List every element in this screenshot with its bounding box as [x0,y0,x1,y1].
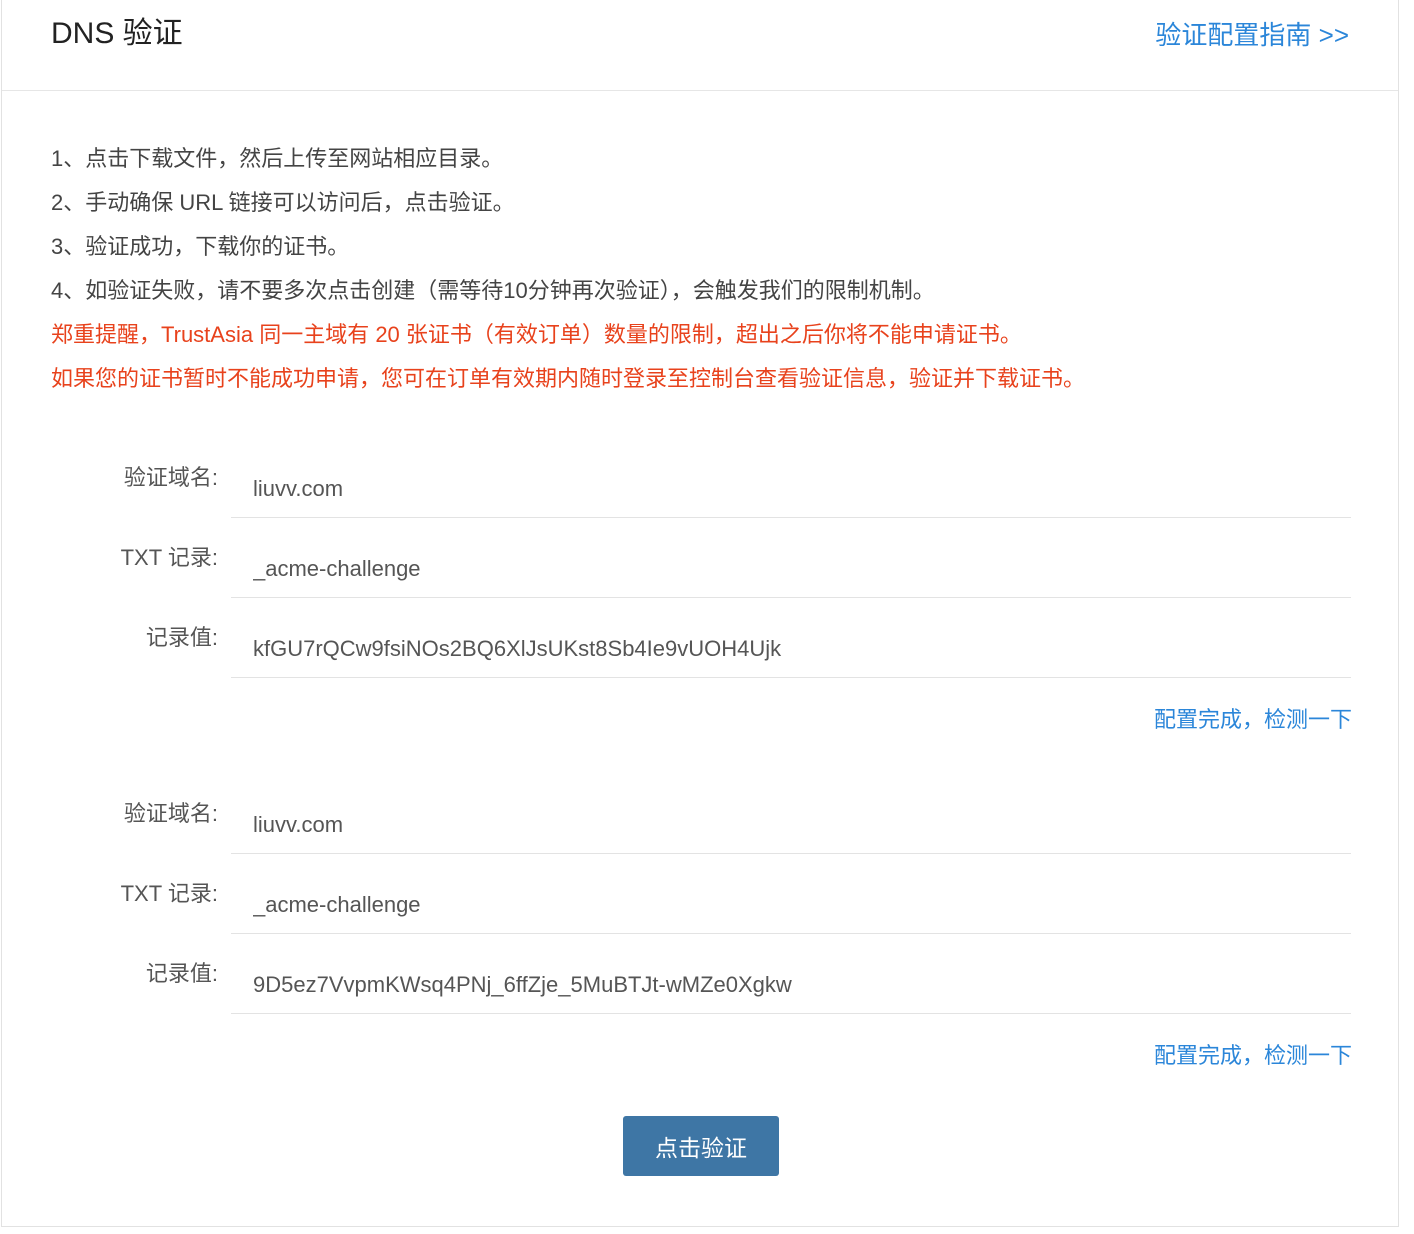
check-config-link[interactable]: 配置完成，检测一下 [1154,1039,1352,1073]
warning-quota-notice: 郑重提醒，TrustAsia 同一主域有 20 张证书（有效订单）数量的限制，超… [51,322,1022,347]
instruction-step-1: 1、点击下载文件，然后上传至网站相应目录。 [51,146,504,171]
instruction-step-3: 3、验证成功，下载你的证书。 [51,234,350,259]
verify-button[interactable]: 点击验证 [623,1116,779,1176]
domain-row: 验证域名: [2,438,1400,518]
txt-record-field[interactable] [231,876,1351,934]
page-title: DNS 验证 [51,17,183,50]
dns-record-group-2: 验证域名: TXT 记录: 记录值: 配置完成，检测一下 [2,774,1400,1068]
txt-record-row: TXT 记录: [2,854,1400,934]
domain-row: 验证域名: [2,774,1400,854]
domain-label: 验证域名: [123,801,218,826]
dns-record-group-1: 验证域名: TXT 记录: 记录值: 配置完成，检测一下 [2,438,1400,732]
record-value-field[interactable] [231,956,1351,1014]
domain-field[interactable] [231,460,1351,518]
record-value-row: 记录值: [2,934,1400,1014]
instruction-step-4: 4、如验证失败，请不要多次点击创建（需等待10分钟再次验证），会触发我们的限制机… [51,278,935,303]
panel-header: DNS 验证 验证配置指南 >> [2,0,1398,91]
instructions: 1、点击下载文件，然后上传至网站相应目录。 2、手动确保 URL 链接可以访问后… [51,137,1351,401]
warning-retry-notice: 如果您的证书暂时不能成功申请，您可在订单有效期内随时登录至控制台查看验证信息，验… [51,366,1086,391]
domain-field[interactable] [231,796,1351,854]
instruction-step-2: 2、手动确保 URL 链接可以访问后，点击验证。 [51,190,515,215]
record-value-field[interactable] [231,620,1351,678]
txt-record-label: TXT 记录: [120,545,218,570]
txt-record-label: TXT 记录: [120,881,218,906]
record-value-label: 记录值: [145,961,218,986]
txt-record-row: TXT 记录: [2,518,1400,598]
check-config-link[interactable]: 配置完成，检测一下 [1154,703,1352,737]
domain-label: 验证域名: [123,465,218,490]
record-value-row: 记录值: [2,598,1400,678]
record-value-label: 记录值: [145,625,218,650]
verification-guide-link[interactable]: 验证配置指南 >> [1155,16,1349,54]
dns-verification-panel: DNS 验证 验证配置指南 >> 1、点击下载文件，然后上传至网站相应目录。 2… [1,0,1399,1227]
txt-record-field[interactable] [231,540,1351,598]
